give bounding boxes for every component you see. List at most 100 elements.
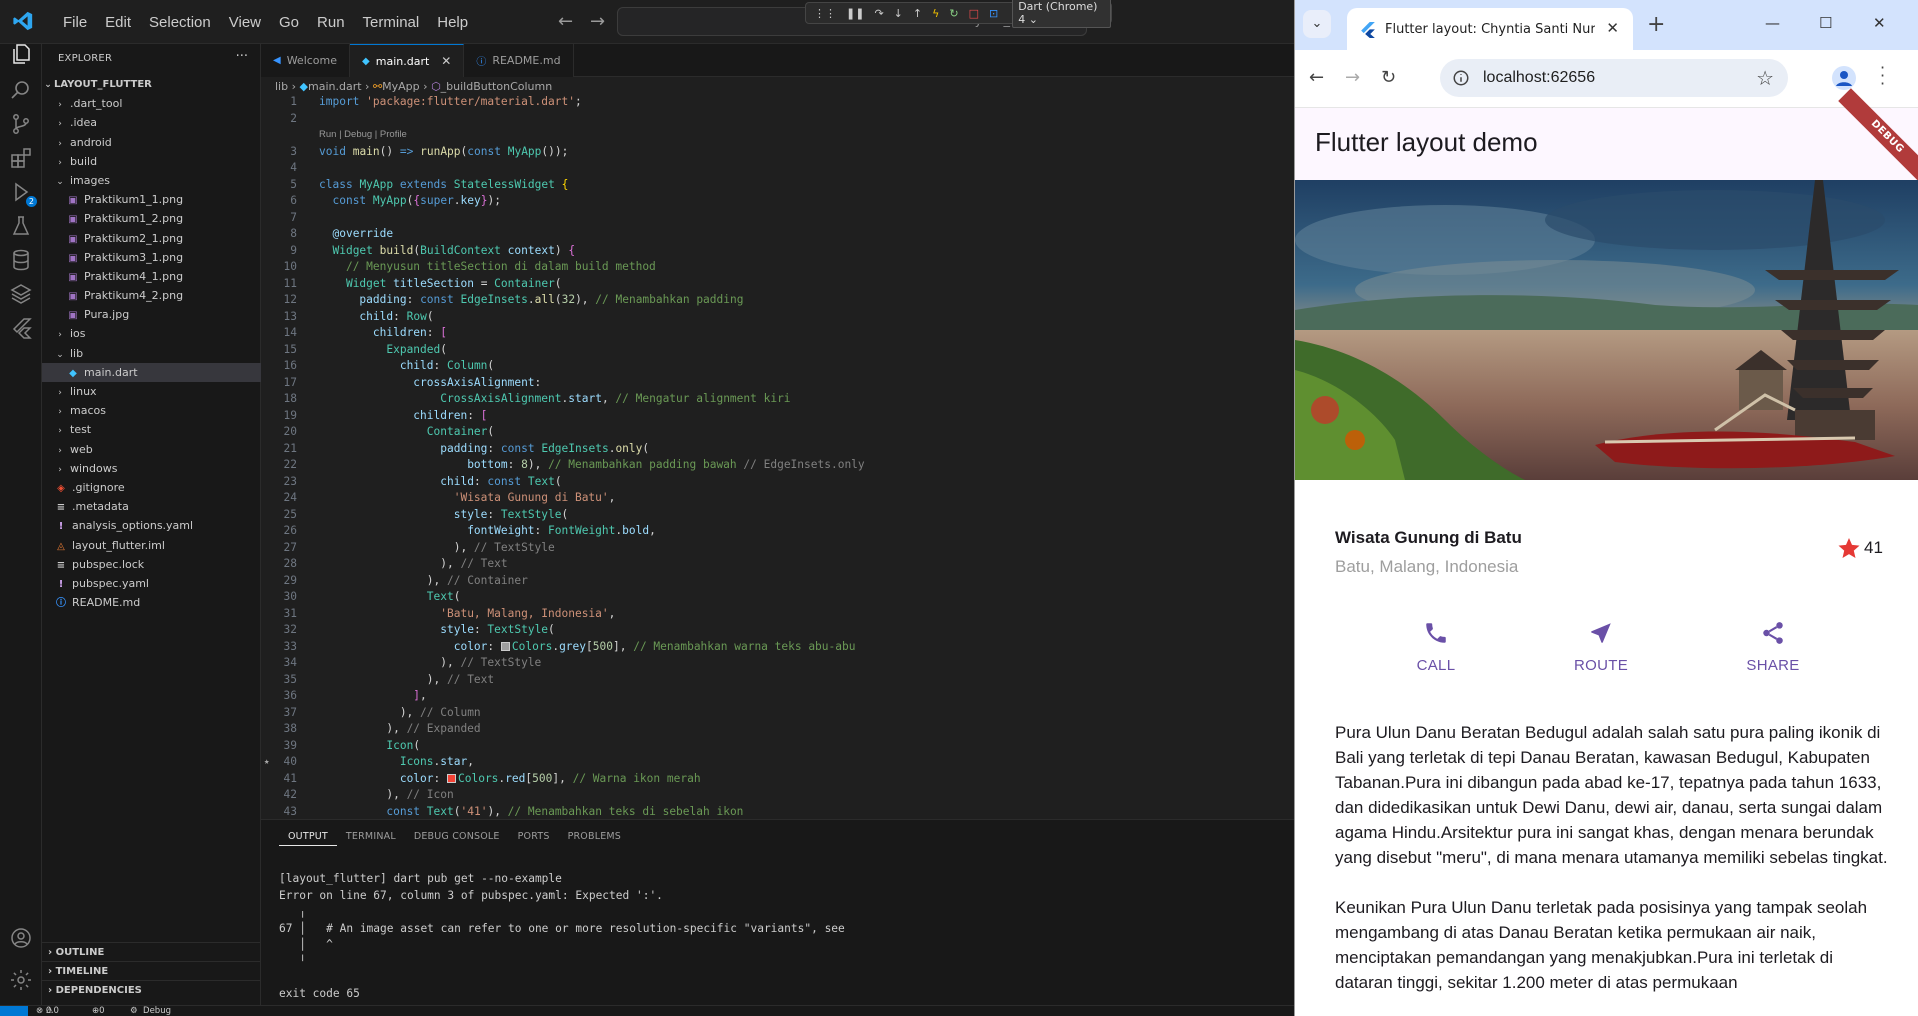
code-lens[interactable]: Run | Debug | Profile	[261, 127, 1294, 144]
explorer-item[interactable]: ⌄ lib	[42, 344, 261, 363]
explorer-item[interactable]: ▣ Praktikum1_2.png	[42, 209, 261, 228]
menu-item-terminal[interactable]: Terminal	[354, 14, 429, 31]
panel-tab-output[interactable]: OUTPUT	[279, 828, 337, 846]
breadcrumb-method[interactable]: _buildButtonColumn	[441, 80, 553, 93]
share-button[interactable]: SHARE	[1713, 620, 1833, 674]
route-button[interactable]: ROUTE	[1541, 620, 1661, 674]
database-icon[interactable]	[9, 248, 33, 272]
explorer-item[interactable]: ◬ layout_flutter.iml	[42, 536, 261, 555]
hot-reload-icon[interactable]: ϟ	[932, 7, 939, 20]
step-out-icon[interactable]: ↑	[913, 7, 922, 20]
close-window-icon[interactable]: ✕	[1873, 14, 1886, 32]
tab-main-dart[interactable]: ◆ main.dart ✕	[350, 44, 465, 77]
panel-tab-problems[interactable]: PROBLEMS	[559, 828, 630, 846]
site-info-icon[interactable]	[1452, 69, 1470, 87]
explorer-item[interactable]: ⓘ README.md	[42, 593, 261, 612]
panel-tab-debug-console[interactable]: DEBUG CONSOLE	[405, 828, 509, 846]
settings-gear-icon[interactable]	[9, 968, 33, 992]
drag-handle-icon[interactable]: ⋮⋮	[814, 7, 836, 20]
tab-welcome[interactable]: ◀ Welcome	[261, 44, 351, 77]
menu-item-selection[interactable]: Selection	[140, 14, 220, 31]
debug-task[interactable]: ⚙ Debug my code	[130, 1006, 171, 1016]
back-icon[interactable]: ←	[1309, 67, 1324, 88]
profile-avatar-icon[interactable]	[1832, 66, 1856, 90]
remote-indicator[interactable]	[0, 1006, 28, 1016]
step-over-icon[interactable]: ↷	[874, 7, 883, 20]
source-control-icon[interactable]	[9, 112, 33, 136]
explorer-item[interactable]: › .idea	[42, 113, 261, 132]
ports-indicator[interactable]: ⊕ 0	[92, 1006, 105, 1016]
explorer-item[interactable]: › linux	[42, 382, 261, 401]
reload-icon[interactable]: ↻	[1381, 67, 1396, 88]
address-bar[interactable]: localhost:62656 ☆	[1440, 59, 1788, 97]
workspace-root[interactable]: ⌄ LAYOUT_FLUTTER	[42, 75, 261, 94]
back-arrow-icon[interactable]: ←	[558, 11, 573, 32]
explorer-item[interactable]: ▣ Praktikum1_1.png	[42, 190, 261, 209]
explorer-item[interactable]: › .dart_tool	[42, 94, 261, 113]
flutter-icon[interactable]	[9, 316, 33, 340]
close-tab-icon[interactable]: ✕	[1606, 19, 1619, 37]
layers-icon[interactable]	[9, 282, 33, 306]
devtools-icon[interactable]: ⊡	[989, 7, 998, 20]
restart-icon[interactable]: ↻	[949, 7, 958, 20]
testing-icon[interactable]	[9, 214, 33, 238]
explorer-item[interactable]: › android	[42, 133, 261, 152]
close-tab-icon[interactable]: ✕	[441, 54, 451, 68]
explorer-item[interactable]: › macos	[42, 401, 261, 420]
menu-item-go[interactable]: Go	[270, 14, 308, 31]
explorer-item[interactable]: ▣ Praktikum3_1.png	[42, 248, 261, 267]
explorer-item[interactable]: ▣ Pura.jpg	[42, 305, 261, 324]
explorer-item[interactable]: › web	[42, 440, 261, 459]
menu-item-view[interactable]: View	[220, 14, 270, 31]
panel-tab-terminal[interactable]: TERMINAL	[337, 828, 405, 846]
explorer-item[interactable]: › test	[42, 420, 261, 439]
explorer-item[interactable]: › windows	[42, 459, 261, 478]
extensions-icon[interactable]	[9, 146, 33, 170]
chrome-menu-icon[interactable]: · · ·	[1880, 60, 1885, 92]
tab-search-icon[interactable]: ⌄	[1303, 10, 1331, 38]
explorer-item[interactable]: ≡ pubspec.lock	[42, 555, 261, 574]
breadcrumb-folder[interactable]: lib	[275, 80, 288, 93]
explorer-item[interactable]: ◆ main.dart	[42, 362, 261, 382]
menu-item-run[interactable]: Run	[308, 14, 354, 31]
breadcrumb-class[interactable]: MyApp	[382, 80, 420, 93]
explorer-item[interactable]: ! pubspec.yaml	[42, 574, 261, 593]
code-editor[interactable]: 1 import 'package:flutter/material.dart';…	[261, 94, 1294, 820]
run-debug-icon[interactable]: 2	[9, 180, 37, 207]
dependencies-section[interactable]: › DEPENDENCIES	[42, 980, 261, 999]
stop-icon[interactable]: □	[969, 7, 979, 20]
search-icon[interactable]	[9, 78, 33, 102]
minimize-icon[interactable]: —	[1765, 14, 1780, 32]
explorer-item[interactable]: ⌄ images	[42, 171, 261, 190]
account-icon[interactable]	[9, 926, 33, 950]
explorer-item[interactable]: ▣ Praktikum4_1.png	[42, 267, 261, 286]
timeline-section[interactable]: › TIMELINE	[42, 961, 261, 980]
explorer-item[interactable]: ◈ .gitignore	[42, 478, 261, 497]
forward-icon[interactable]: →	[1345, 67, 1360, 88]
outline-section[interactable]: › OUTLINE	[42, 942, 261, 961]
explorer-item[interactable]: ▣ Praktikum2_1.png	[42, 229, 261, 248]
more-actions-icon[interactable]: ···	[236, 49, 248, 64]
explorer-icon[interactable]	[9, 42, 33, 66]
step-into-icon[interactable]: ↓	[894, 7, 903, 20]
forward-arrow-icon[interactable]: →	[590, 11, 605, 32]
menu-item-file[interactable]: File	[54, 14, 96, 31]
menu-item-edit[interactable]: Edit	[96, 14, 140, 31]
pause-icon[interactable]: ❚❚	[846, 7, 864, 20]
explorer-item[interactable]: ▣ Praktikum4_2.png	[42, 286, 261, 305]
problems-indicator[interactable]: ⊗ 0 ⚠ 0	[36, 1006, 59, 1016]
explorer-item[interactable]: ! analysis_options.yaml	[42, 516, 261, 535]
explorer-item[interactable]: › build	[42, 152, 261, 171]
new-tab-icon[interactable]: +	[1647, 12, 1665, 37]
debug-target-select[interactable]: Dart (Chrome) 4 ⌄	[1012, 0, 1111, 28]
explorer-item[interactable]: ≡ .metadata	[42, 497, 261, 516]
call-button[interactable]: CALL	[1376, 620, 1496, 674]
maximize-icon[interactable]: ☐	[1819, 14, 1832, 32]
breadcrumb-file[interactable]: main.dart	[308, 80, 362, 93]
explorer-item[interactable]: › ios	[42, 324, 261, 343]
menu-item-help[interactable]: Help	[428, 14, 477, 31]
browser-tab[interactable]: Flutter layout: Chyntia Santi Nur ✕	[1347, 8, 1633, 50]
tab-readme-md[interactable]: ⓘ README.md	[464, 44, 574, 77]
panel-tab-ports[interactable]: PORTS	[509, 828, 559, 846]
bookmark-star-icon[interactable]: ☆	[1756, 66, 1774, 90]
